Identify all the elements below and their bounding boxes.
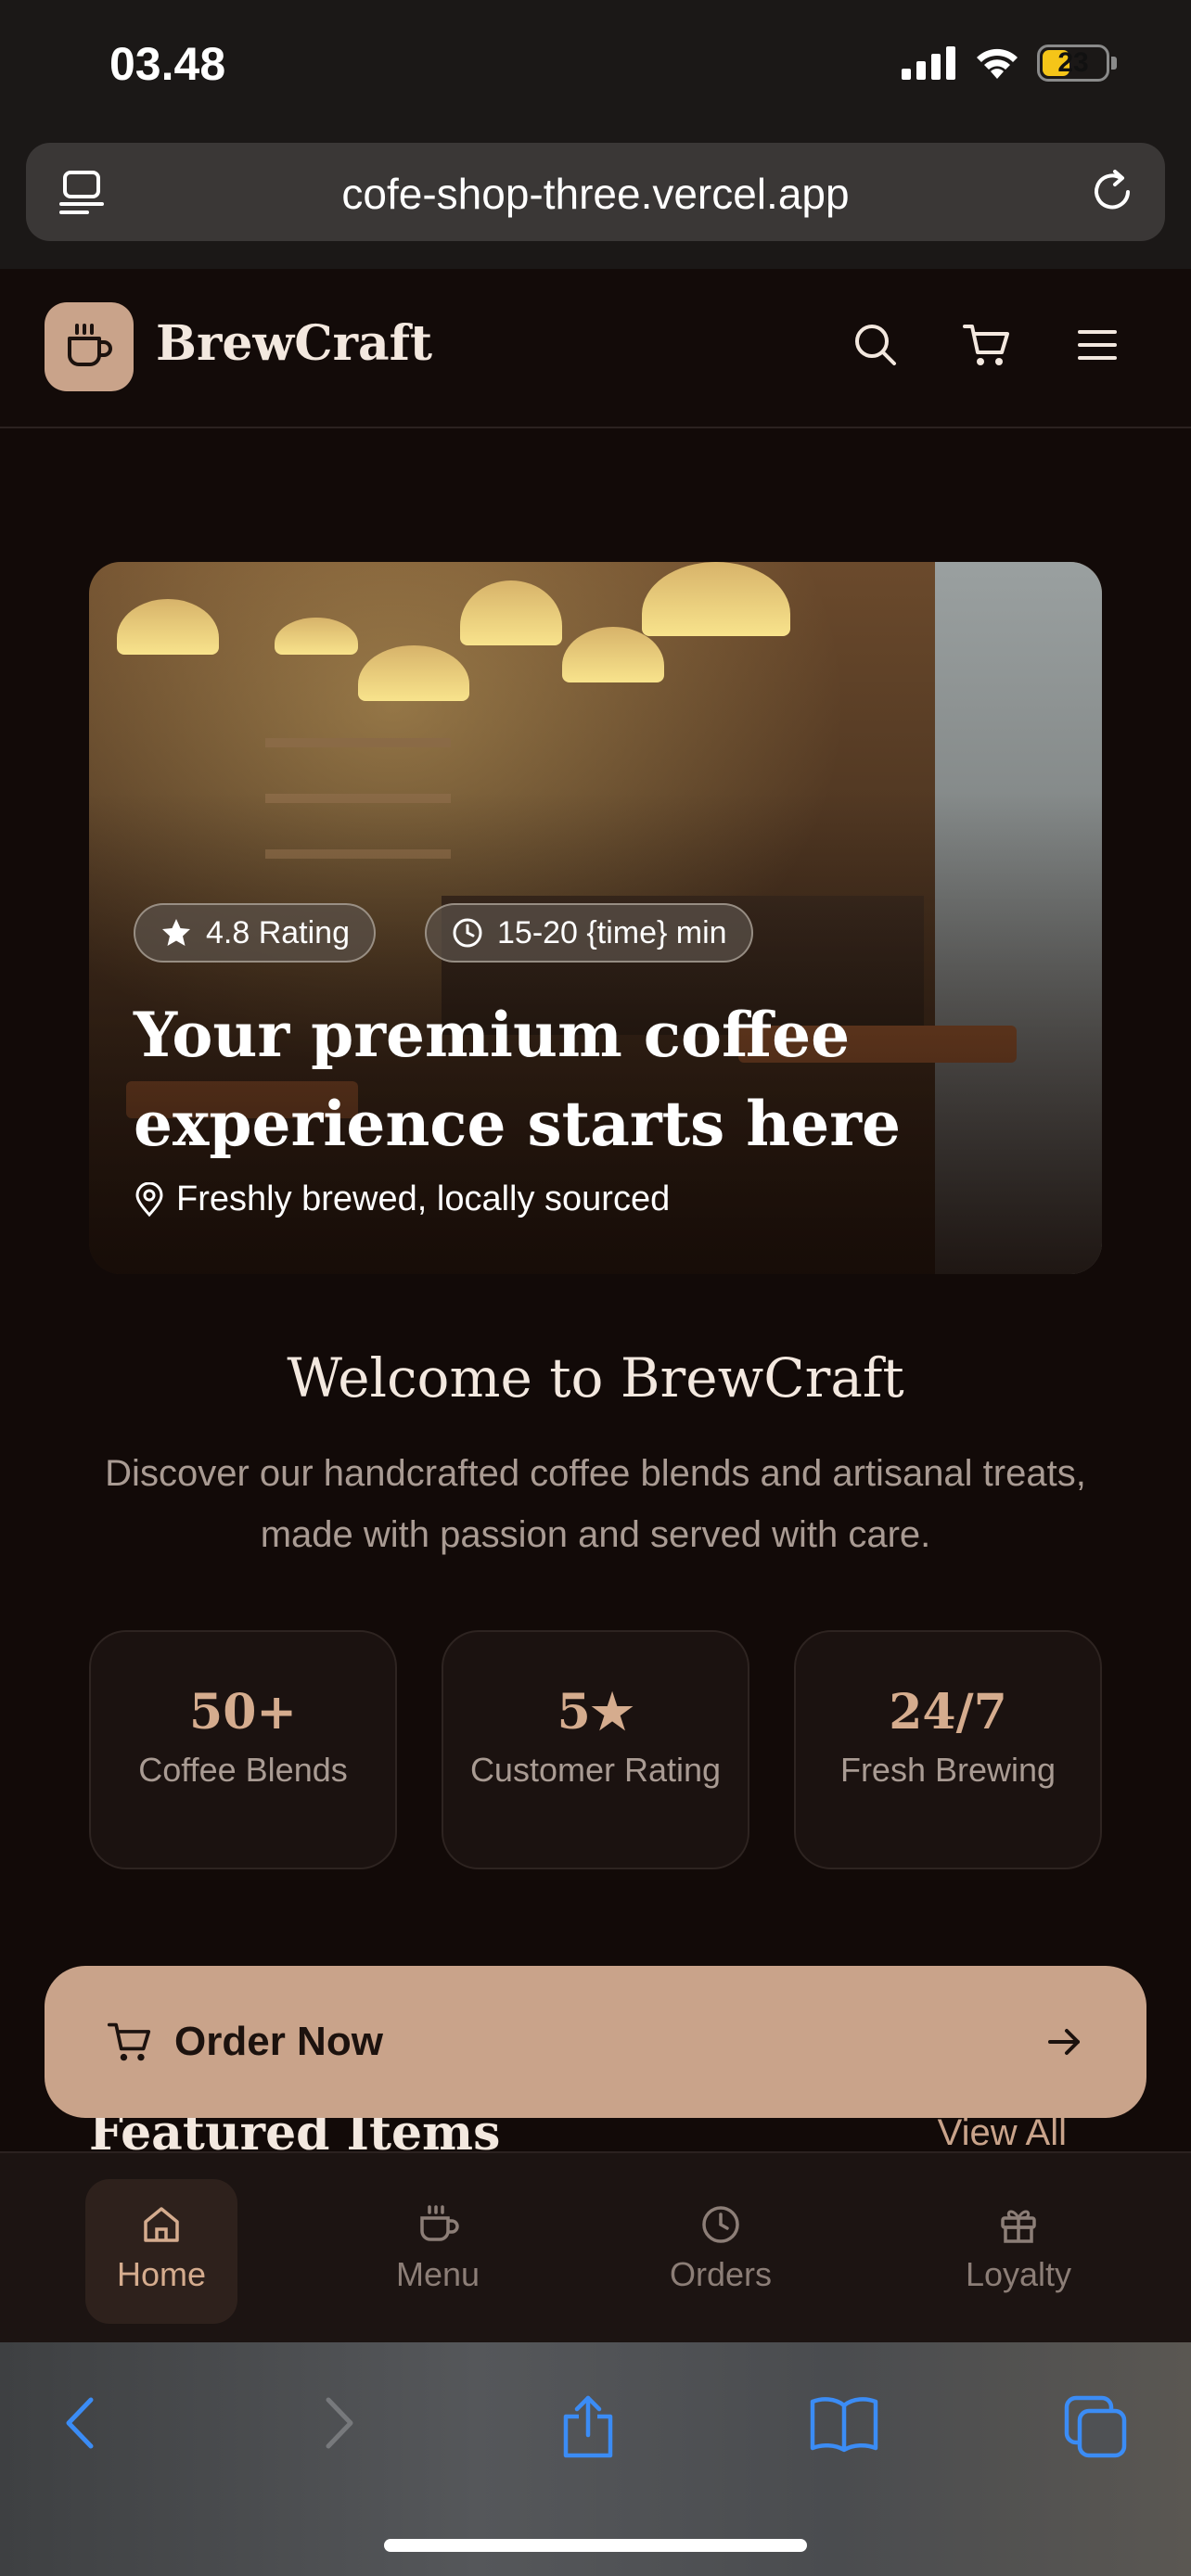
- app-header: BrewCraft: [0, 269, 1191, 428]
- home-icon: [144, 2207, 179, 2242]
- stat-card-blends: 50+ Coffee Blends: [89, 1630, 397, 1869]
- battery-level: 23: [1057, 47, 1089, 78]
- stat-label: Fresh Brewing: [839, 1751, 1057, 1789]
- view-all-link[interactable]: View All: [938, 2112, 1067, 2154]
- tabs-icon[interactable]: [1063, 2394, 1128, 2459]
- forward-icon[interactable]: [315, 2394, 362, 2452]
- stat-value: 5★: [557, 1684, 634, 1741]
- hero-title-line1: Your premium coffee: [134, 999, 851, 1071]
- clock-icon: [453, 918, 482, 948]
- nav-loyalty[interactable]: Loyalty: [942, 2179, 1095, 2324]
- stat-card-brewing: 24/7 Fresh Brewing: [794, 1630, 1102, 1869]
- cup-icon: [420, 2205, 459, 2241]
- gift-icon: [1001, 2210, 1036, 2243]
- nav-label: Menu: [395, 2255, 480, 2293]
- hero-subtitle: Freshly brewed, locally sourced: [134, 1180, 670, 1219]
- browser-chrome: cofe-shop-three.vercel.app: [0, 121, 1191, 269]
- stat-label: Coffee Blends: [138, 1751, 348, 1789]
- status-bar: 03.48 23: [0, 0, 1191, 139]
- back-icon[interactable]: [58, 2394, 104, 2452]
- nav-label: Loyalty: [965, 2255, 1072, 2293]
- cart-icon: [107, 2022, 151, 2061]
- url-text[interactable]: cofe-shop-three.vercel.app: [26, 169, 1165, 219]
- arrow-right-icon: [1048, 2029, 1080, 2055]
- nav-menu[interactable]: Menu: [362, 2179, 514, 2324]
- nav-label: Home: [116, 2255, 207, 2293]
- bottom-nav: Home Menu Orders Loyalty: [0, 2151, 1191, 2342]
- stat-value: 50+: [189, 1684, 297, 1741]
- nav-label: Orders: [669, 2255, 773, 2293]
- search-icon[interactable]: [852, 321, 900, 369]
- order-now-button[interactable]: Order Now: [45, 1966, 1146, 2118]
- hero-banner: 4.8 Rating 15-20 {time} min Your premium…: [89, 562, 1102, 1274]
- cart-icon[interactable]: [961, 321, 1011, 369]
- reload-icon[interactable]: [1087, 167, 1137, 217]
- clock-icon: [702, 2206, 739, 2243]
- stat-label: Customer Rating: [469, 1751, 722, 1789]
- wifi-icon: [977, 48, 1018, 79]
- rating-text: 4.8 Rating: [206, 914, 350, 950]
- hero-title: Your premium coffee experience starts he…: [134, 990, 968, 1168]
- hero-subtitle-text: Freshly brewed, locally sourced: [176, 1180, 671, 1218]
- stat-card-rating: 5★ Customer Rating: [442, 1630, 749, 1869]
- status-time: 03.48: [109, 38, 226, 90]
- coffee-cup-icon: [68, 324, 112, 366]
- signal-icon: [902, 46, 955, 80]
- hero-title-line2: experience starts here: [134, 1088, 901, 1160]
- brand-name[interactable]: BrewCraft: [156, 315, 432, 372]
- rating-badge: 4.8 Rating: [134, 903, 376, 963]
- welcome-description: Discover our handcrafted coffee blends a…: [105, 1453, 1086, 1555]
- bookmarks-icon[interactable]: [809, 2394, 879, 2454]
- nav-home[interactable]: Home: [85, 2179, 237, 2324]
- home-indicator: [384, 2539, 807, 2552]
- stat-value: 24/7: [889, 1684, 1007, 1741]
- share-icon[interactable]: [558, 2394, 618, 2461]
- star-icon: [162, 919, 190, 946]
- logo[interactable]: [45, 302, 134, 391]
- status-icons: 23: [902, 45, 1117, 82]
- menu-icon[interactable]: [1074, 321, 1121, 369]
- order-now-label: Order Now: [174, 2019, 383, 2064]
- battery-indicator: 23: [1037, 45, 1109, 82]
- welcome-title: Welcome to BrewCraft: [287, 1346, 904, 1409]
- nav-orders[interactable]: Orders: [645, 2179, 797, 2324]
- time-text: 15-20 {time} min: [497, 914, 727, 950]
- time-badge: 15-20 {time} min: [425, 903, 753, 963]
- location-pin-icon: [135, 1181, 163, 1217]
- address-bar[interactable]: cofe-shop-three.vercel.app: [26, 143, 1165, 241]
